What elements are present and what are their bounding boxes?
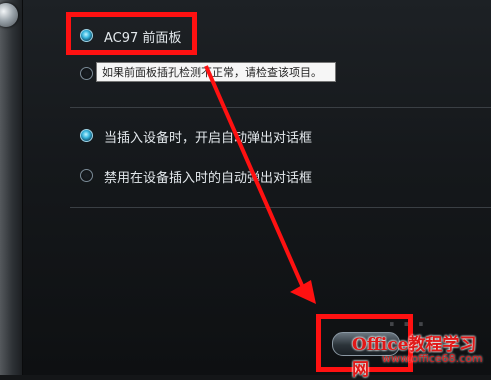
watermark-url: www.office68.com	[382, 352, 483, 365]
annotation-arrow-icon	[204, 65, 316, 304]
